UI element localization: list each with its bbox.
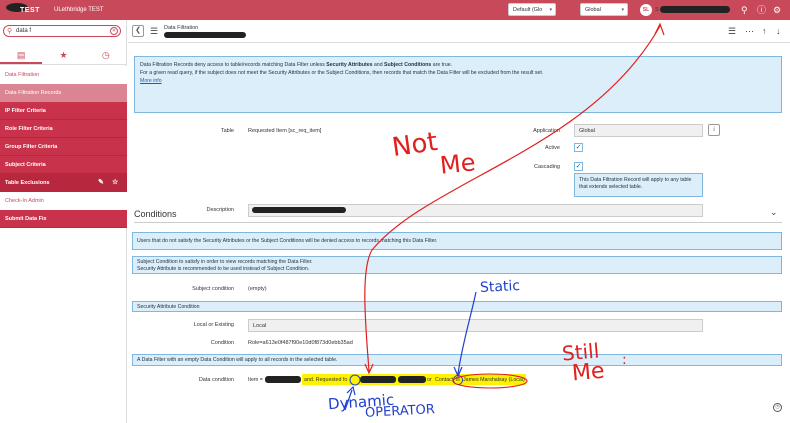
annotation-arrow-static <box>457 291 477 375</box>
annotation-arrow-dynamic <box>344 389 353 411</box>
annotation-ellipse-james <box>452 373 528 389</box>
annotation-circle-operator <box>349 374 361 386</box>
annotation-arrow-not-me <box>364 25 661 372</box>
annotation-overlay <box>344 22 665 411</box>
